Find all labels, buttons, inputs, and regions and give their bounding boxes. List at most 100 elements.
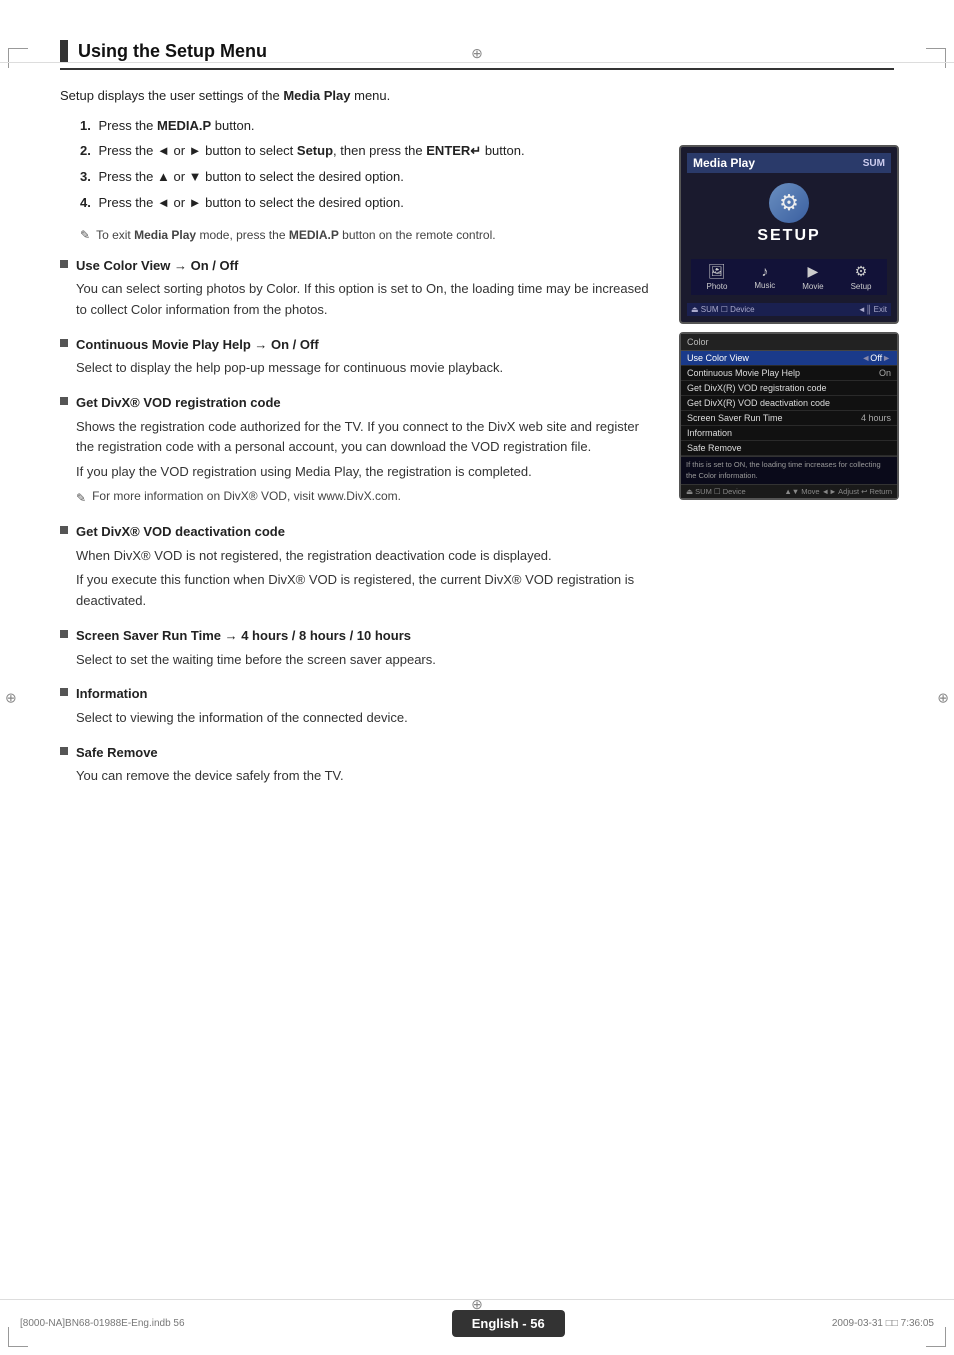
- bullet-cont-movie: Continuous Movie Play Help → On / Off Se…: [60, 335, 654, 379]
- bullet-information-title: Information: [76, 684, 148, 704]
- tv-menu-bottom-left: ⏏ SUM ☐ Device: [686, 487, 746, 496]
- crosshair-right-icon: ⊕: [937, 689, 949, 706]
- tv-top-bar-1: Media Play SUM: [687, 153, 891, 173]
- step-3-text: Press the ▲ or ▼ button to select the de…: [98, 169, 403, 184]
- left-content: Setup displays the user settings of the …: [60, 86, 654, 787]
- bullet-square-1: [60, 260, 68, 268]
- bullet-color-view-header: Use Color View → On / Off: [60, 256, 654, 276]
- contmovie-value: On: [879, 368, 891, 378]
- movie-label: Movie: [802, 282, 823, 291]
- bullet-square-5: [60, 630, 68, 638]
- tv-menu-row-saferemove: Safe Remove: [681, 441, 897, 456]
- step-1-text: Press the MEDIA.P button.: [98, 118, 254, 133]
- divx-note-row: ✎ For more information on DivX® VOD, vis…: [76, 487, 654, 508]
- colorview-value: Off: [870, 353, 882, 363]
- media-icon-photo: 🖼 Photo: [706, 263, 727, 291]
- divxreg-label: Get DivX(R) VOD registration code: [687, 383, 891, 393]
- bullet-square-2: [60, 339, 68, 347]
- media-icon-music: ♪ Music: [754, 263, 775, 291]
- step-2-text: Press the ◄ or ► button to select Setup,…: [98, 143, 524, 158]
- bullet-information: Information Select to viewing the inform…: [60, 684, 654, 728]
- tv-body-1: ⚙ SETUP 🖼 Photo ♪ Music ▶ Movie ⚙: [687, 179, 891, 299]
- media-icon-setup: ⚙ Setup: [851, 263, 872, 291]
- numbered-steps: 1. Press the MEDIA.P button. 2. Press th…: [80, 116, 654, 214]
- step-4-num: 4.: [80, 195, 91, 210]
- bullet-divx-reg-body: Shows the registration code authorized f…: [76, 417, 654, 509]
- safe-remove-p1: You can remove the device safely from th…: [76, 766, 654, 787]
- tv-exit-label: ◄║ Exit: [858, 305, 887, 314]
- bullet-screen-saver: Screen Saver Run Time → 4 hours / 8 hour…: [60, 626, 654, 670]
- bullet-divx-deact-title: Get DivX® VOD deactivation code: [76, 522, 285, 542]
- bullet-screen-saver-header: Screen Saver Run Time → 4 hours / 8 hour…: [60, 626, 654, 646]
- section-title: Using the Setup Menu: [78, 41, 267, 62]
- crosshair-top-icon: ⊕: [471, 45, 483, 62]
- screensaver-value: 4 hours: [861, 413, 891, 423]
- bullet-safe-remove-header: Safe Remove: [60, 743, 654, 763]
- tv-menu-note: If this is set to ON, the loading time i…: [681, 456, 897, 484]
- colorview-arrow-left: ◄: [861, 353, 870, 363]
- bullet-safe-remove-body: You can remove the device safely from th…: [76, 766, 654, 787]
- photo-label: Photo: [706, 282, 727, 291]
- bullet-safe-remove: Safe Remove You can remove the device sa…: [60, 743, 654, 787]
- music-label: Music: [754, 281, 775, 290]
- bullet-square-4: [60, 526, 68, 534]
- bullet-color-view: Use Color View → On / Off You can select…: [60, 256, 654, 321]
- setup-label: SETUP: [757, 227, 820, 245]
- divx-deact-p1: When DivX® VOD is not registered, the re…: [76, 546, 654, 567]
- bullet-divx-deact-body: When DivX® VOD is not registered, the re…: [76, 546, 654, 612]
- divx-note-text: For more information on DivX® VOD, visit…: [92, 487, 401, 505]
- colorview-arrow-right: ►: [882, 353, 891, 363]
- bullet-safe-remove-title: Safe Remove: [76, 743, 158, 763]
- tv-menu-row-divxdeact: Get DivX(R) VOD deactivation code: [681, 396, 897, 411]
- bullet-divx-deact-header: Get DivX® VOD deactivation code: [60, 522, 654, 542]
- step-2-num: 2.: [80, 143, 91, 158]
- tv-menu-row-contmovie: Continuous Movie Play Help On: [681, 366, 897, 381]
- bullet-information-body: Select to viewing the information of the…: [76, 708, 654, 729]
- page-footer: [8000-NA]BN68-01988E-Eng.indb 56 English…: [0, 1310, 954, 1337]
- tv-menu-row-divxreg: Get DivX(R) VOD registration code: [681, 381, 897, 396]
- footer-date-info: 2009-03-31 □□ 7:36:05: [832, 1318, 934, 1329]
- music-icon: ♪: [761, 263, 768, 279]
- setup-label-small: Setup: [851, 282, 872, 291]
- bullet-square-3: [60, 397, 68, 405]
- divx-reg-p2: If you play the VOD registration using M…: [76, 462, 654, 483]
- setup-icon-area: ⚙ SETUP: [757, 183, 820, 245]
- contmovie-label: Continuous Movie Play Help: [687, 368, 879, 378]
- color-view-p1: You can select sorting photos by Color. …: [76, 279, 654, 321]
- bullet-color-view-title: Use Color View → On / Off: [76, 256, 238, 276]
- movie-icon: ▶: [808, 263, 819, 280]
- step-4: 4. Press the ◄ or ► button to select the…: [80, 193, 654, 214]
- tv-sum-bottom: ⏏ SUM ☐ Device: [691, 305, 755, 314]
- step-4-text: Press the ◄ or ► button to select the de…: [98, 195, 403, 210]
- bullet-screen-saver-body: Select to set the waiting time before th…: [76, 650, 654, 671]
- tv-bottom-bar-1: ⏏ SUM ☐ Device ◄║ Exit: [687, 303, 891, 316]
- note-row: ✎ To exit Media Play mode, press the MED…: [80, 226, 654, 244]
- tv-menu-bottom-right: ▲▼ Move ◄► Adjust ↩ Return: [784, 487, 892, 496]
- bullet-cont-movie-body: Select to display the help pop-up messag…: [76, 358, 654, 379]
- note-text: To exit Media Play mode, press the MEDIA…: [96, 226, 496, 244]
- bullet-information-header: Information: [60, 684, 654, 704]
- media-icon-movie: ▶ Movie: [802, 263, 823, 291]
- bullet-square-7: [60, 747, 68, 755]
- screen-saver-p1: Select to set the waiting time before th…: [76, 650, 654, 671]
- step-1: 1. Press the MEDIA.P button.: [80, 116, 654, 137]
- bullet-cont-movie-title: Continuous Movie Play Help → On / Off: [76, 335, 319, 355]
- bullet-square-6: [60, 688, 68, 696]
- bullet-color-view-body: You can select sorting photos by Color. …: [76, 279, 654, 321]
- media-icons-row: 🖼 Photo ♪ Music ▶ Movie ⚙ Setup: [691, 259, 887, 295]
- gear-icon-large: ⚙: [769, 183, 809, 223]
- step-1-num: 1.: [80, 118, 91, 133]
- tv-menu-row-colorview: Use Color View ◄ Off ►: [681, 351, 897, 366]
- tv-screenshot-1: Media Play SUM ⚙ SETUP 🖼 Photo ♪ Music ▶: [679, 145, 899, 324]
- intro-text: Setup displays the user settings of the …: [60, 86, 654, 106]
- screensaver-label: Screen Saver Run Time: [687, 413, 861, 423]
- bullet-divx-deact: Get DivX® VOD deactivation code When Div…: [60, 522, 654, 612]
- divx-deact-p2: If you execute this function when DivX® …: [76, 570, 654, 612]
- saferemove-label: Safe Remove: [687, 443, 891, 453]
- bullet-divx-reg-header: Get DivX® VOD registration code: [60, 393, 654, 413]
- crosshair-left-icon: ⊕: [5, 689, 17, 706]
- tv-menu-bottom: ⏏ SUM ☐ Device ▲▼ Move ◄► Adjust ↩ Retur…: [681, 484, 897, 498]
- tv-sum-label: SUM: [863, 158, 885, 169]
- bullet-divx-reg: Get DivX® VOD registration code Shows th…: [60, 393, 654, 508]
- screenshots-column: Media Play SUM ⚙ SETUP 🖼 Photo ♪ Music ▶: [679, 145, 899, 500]
